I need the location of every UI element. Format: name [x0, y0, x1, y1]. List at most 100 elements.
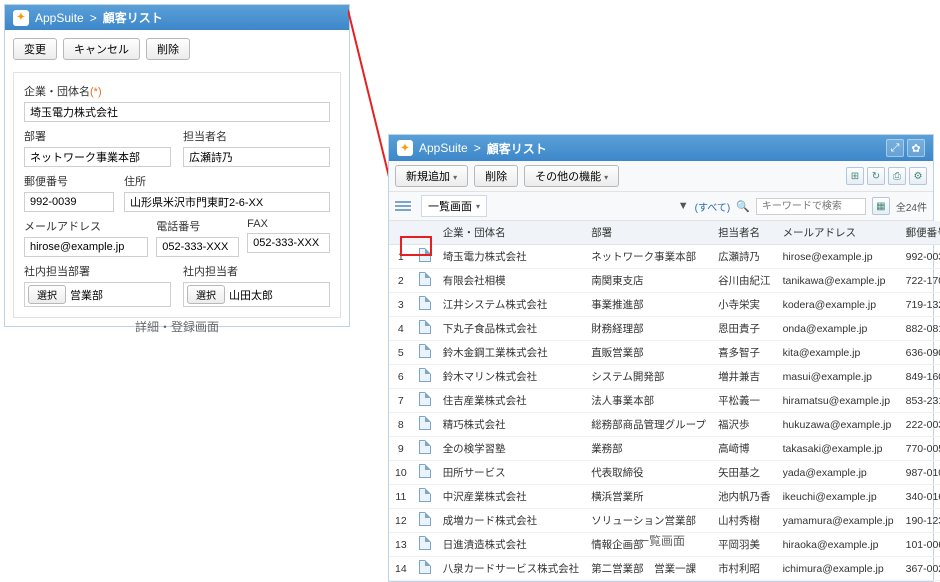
table-row[interactable]: 14八泉カードサービス株式会社第二営業部 営業一課市村利昭ichimura@ex… — [389, 557, 940, 581]
cell-person: 増井兼吉 — [712, 365, 777, 389]
cell-company: 八泉カードサービス株式会社 — [437, 557, 586, 581]
row-number: 10 — [389, 461, 413, 485]
cell-dept: 法人事業本部 — [585, 389, 712, 413]
cell-mail: yamamura@example.jp — [777, 509, 900, 533]
cell-company: 住吉産業株式会社 — [437, 389, 586, 413]
cell-person: 矢田基之 — [712, 461, 777, 485]
table-row[interactable]: 5鈴木金鋼工業株式会社直販営業部喜多智子kita@example.jp636-0… — [389, 341, 940, 365]
cell-dept: 横浜営業所 — [585, 485, 712, 509]
cell-zip: 719-1321 — [900, 293, 940, 317]
int-dept-label: 社内担当部署 — [24, 263, 171, 279]
col-person[interactable]: 担当者名 — [712, 221, 777, 245]
mail-field[interactable] — [24, 237, 148, 257]
table-row[interactable]: 12成増カード株式会社ソリューション営業部山村秀樹yamamura@exampl… — [389, 509, 940, 533]
change-button[interactable]: 変更 — [13, 38, 57, 60]
row-doc-icon[interactable] — [413, 293, 437, 317]
filter-all-link[interactable]: (すべて) — [695, 199, 731, 214]
person-field[interactable] — [183, 147, 330, 167]
int-dept-value: 営業部 — [70, 287, 167, 303]
table-row[interactable]: 3江井システム株式会社事業推進部小寺栄実kodera@example.jp719… — [389, 293, 940, 317]
tel-field[interactable] — [156, 237, 239, 257]
int-dept-selector[interactable]: 選択 営業部 — [24, 282, 171, 307]
cell-company: 田所サービス — [437, 461, 586, 485]
row-doc-icon[interactable] — [413, 461, 437, 485]
expand-icon[interactable]: ⤢ — [886, 139, 904, 157]
col-company[interactable]: 企業・団体名 — [437, 221, 586, 245]
cell-company: 精巧株式会社 — [437, 413, 586, 437]
row-doc-icon[interactable] — [413, 245, 437, 269]
table-row[interactable]: 8精巧株式会社総務部商品管理グループ福沢歩hukuzawa@example.jp… — [389, 413, 940, 437]
cell-dept: 第二営業部 営業一課 — [585, 557, 712, 581]
row-doc-icon[interactable] — [413, 341, 437, 365]
table-row[interactable]: 4下丸子食品株式会社財務経理部恩田貴子onda@example.jp882-08… — [389, 317, 940, 341]
company-label: 企業・団体名 — [24, 86, 90, 98]
fax-field[interactable] — [247, 233, 330, 253]
add-button[interactable]: 新規追加 ▾ — [395, 165, 468, 187]
cell-company: 埼玉電力株式会社 — [437, 245, 586, 269]
app-logo-icon: ✦ — [397, 140, 413, 156]
table-row[interactable]: 6鈴木マリン株式会社システム開発部増井兼吉masui@example.jp849… — [389, 365, 940, 389]
view-list-icon[interactable] — [395, 201, 411, 211]
row-doc-icon[interactable] — [413, 437, 437, 461]
table-row[interactable]: 9全の検学習塾業務部高﨑博takasaki@example.jp770-0053… — [389, 437, 940, 461]
gear-icon[interactable]: ✿ — [907, 139, 925, 157]
print-icon[interactable]: ⎙ — [888, 167, 906, 185]
cancel-button[interactable]: キャンセル — [63, 38, 140, 60]
app-name: AppSuite — [35, 11, 84, 25]
cell-person: 平松義一 — [712, 389, 777, 413]
detail-header: ✦ AppSuite > 顧客リスト — [5, 5, 349, 30]
cell-dept: 直販営業部 — [585, 341, 712, 365]
addr-field[interactable] — [124, 192, 330, 212]
search-icon: 🔍 — [736, 200, 750, 213]
row-doc-icon[interactable] — [413, 485, 437, 509]
int-person-selector[interactable]: 選択 山田太郎 — [183, 282, 330, 307]
cell-mail: hukuzawa@example.jp — [777, 413, 900, 437]
col-dept[interactable]: 部署 — [585, 221, 712, 245]
row-doc-icon[interactable] — [413, 365, 437, 389]
delete-button[interactable]: 削除 — [146, 38, 190, 60]
page-title: 顧客リスト — [487, 140, 547, 157]
refresh-icon[interactable]: ↻ — [867, 167, 885, 185]
row-doc-icon[interactable] — [413, 317, 437, 341]
list-delete-button[interactable]: 削除 — [474, 165, 518, 187]
cell-company: 下丸子食品株式会社 — [437, 317, 586, 341]
breadcrumb-sep: > — [90, 11, 97, 25]
select-person-button[interactable]: 選択 — [187, 285, 225, 304]
search-input[interactable] — [756, 198, 866, 215]
view-selector[interactable]: 一覧画面 ▾ — [421, 195, 487, 217]
cell-mail: masui@example.jp — [777, 365, 900, 389]
cell-dept: システム開発部 — [585, 365, 712, 389]
settings-icon[interactable]: ⚙ — [909, 167, 927, 185]
table-row[interactable]: 11中沢産業株式会社横浜営業所池内帆乃香ikeuchi@example.jp34… — [389, 485, 940, 509]
row-number: 11 — [389, 485, 413, 509]
table-row[interactable]: 1埼玉電力株式会社ネットワーク事業本部広瀬詩乃hirose@example.jp… — [389, 245, 940, 269]
column-settings-icon[interactable]: ▦ — [872, 197, 890, 215]
select-dept-button[interactable]: 選択 — [28, 285, 66, 304]
export-icon[interactable]: ⊞ — [846, 167, 864, 185]
table-row[interactable]: 7住吉産業株式会社法人事業本部平松義一hiramatsu@example.jp8… — [389, 389, 940, 413]
row-doc-icon[interactable] — [413, 509, 437, 533]
zip-field[interactable] — [24, 192, 114, 212]
filter-icon[interactable]: ▼ — [678, 200, 689, 212]
cell-zip: 367-0025 — [900, 557, 940, 581]
row-doc-icon[interactable] — [413, 413, 437, 437]
cell-zip: 853-2314 — [900, 389, 940, 413]
row-doc-icon[interactable] — [413, 557, 437, 581]
table-row[interactable]: 10田所サービス代表取締役矢田基之yada@example.jp987-0104… — [389, 461, 940, 485]
company-field[interactable] — [24, 102, 330, 122]
col-mail[interactable]: メールアドレス — [777, 221, 900, 245]
row-doc-icon[interactable] — [413, 269, 437, 293]
col-zip[interactable]: 郵便番号 — [900, 221, 940, 245]
dept-field[interactable] — [24, 147, 171, 167]
cell-mail: kita@example.jp — [777, 341, 900, 365]
zip-label: 郵便番号 — [24, 173, 114, 189]
list-panel: ✦ AppSuite > 顧客リスト ⤢ ✿ 新規追加 ▾ 削除 その他の機能 … — [388, 134, 934, 582]
table-row[interactable]: 2有限会社相模南関東支店谷川由紀江tanikawa@example.jp722-… — [389, 269, 940, 293]
page-title: 顧客リスト — [103, 9, 163, 26]
int-person-value: 山田太郎 — [229, 287, 326, 303]
addr-label: 住所 — [124, 173, 330, 189]
row-doc-icon[interactable] — [413, 389, 437, 413]
cell-zip: 849-1603 — [900, 365, 940, 389]
other-menu-button[interactable]: その他の機能 ▾ — [524, 165, 619, 187]
cell-zip: 222-0033 — [900, 413, 940, 437]
